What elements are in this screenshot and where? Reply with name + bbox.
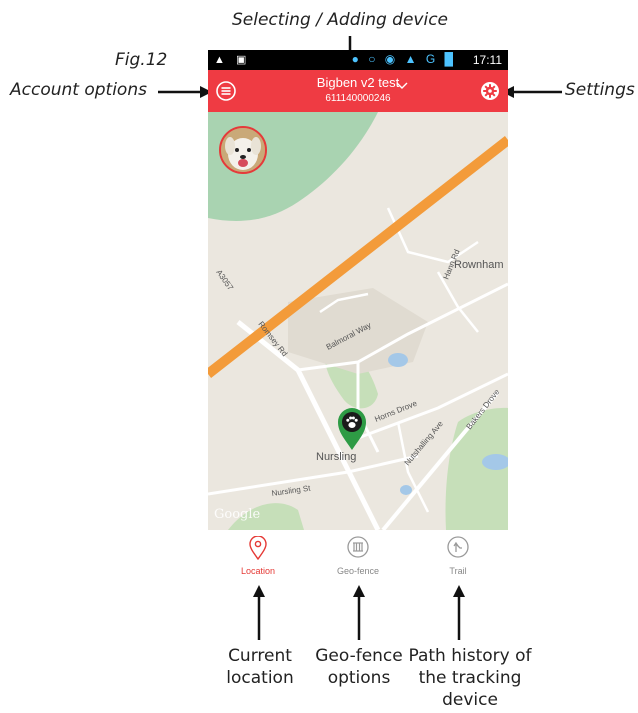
chevron-down-icon bbox=[396, 82, 408, 89]
device-name: Bigben v2 test bbox=[316, 75, 400, 90]
map-view[interactable]: Rownham A3057 Romsey Rd Balmoral Way Han… bbox=[208, 112, 508, 530]
pond-south bbox=[400, 485, 412, 495]
tab-trail-label: Trail bbox=[449, 566, 467, 576]
device-selector[interactable]: Bigben v2 test 611140000246 bbox=[208, 70, 508, 112]
tab-location-label: Location bbox=[240, 566, 276, 576]
gear-icon bbox=[481, 82, 499, 100]
map-label-rownham: Rownham bbox=[454, 259, 504, 271]
device-number: 611140000246 bbox=[325, 93, 391, 104]
map-canvas[interactable]: Rownham A3057 Romsey Rd Balmoral Way Han… bbox=[208, 112, 508, 530]
arrow-settings bbox=[502, 86, 562, 98]
caption-geo-fence-options: Geo-fence options bbox=[315, 646, 403, 688]
arrow-path-history bbox=[453, 585, 465, 640]
pet-avatar[interactable] bbox=[219, 126, 267, 174]
pond bbox=[388, 353, 408, 367]
arrow-account-options bbox=[158, 86, 212, 98]
tab-geo-fence[interactable]: Geo-fence bbox=[308, 530, 408, 582]
status-icons: ● ○ ◉ ▲ G █ bbox=[351, 52, 456, 66]
hamburger-menu-button[interactable] bbox=[216, 81, 236, 101]
location-pin-icon bbox=[249, 536, 267, 560]
status-time: 17:11 bbox=[472, 53, 502, 67]
tab-trail[interactable]: Trail bbox=[408, 530, 508, 582]
settings-button[interactable] bbox=[480, 81, 500, 101]
google-attribution: Google bbox=[214, 507, 261, 522]
tab-location[interactable]: Location bbox=[208, 530, 308, 582]
arrow-current-location bbox=[253, 585, 265, 640]
phone-screen: ▲ ▣ ● ○ ◉ ▲ G █ 17:11 Bigben v2 test 611… bbox=[208, 50, 508, 530]
bottom-tab-bar: Location Geo-fence Trail bbox=[208, 530, 508, 582]
tab-geo-fence-label: Geo-fence bbox=[336, 566, 380, 576]
arrow-geo-fence-options bbox=[353, 585, 365, 640]
hamburger-icon bbox=[216, 81, 236, 101]
status-bar: ▲ ▣ ● ○ ◉ ▲ G █ 17:11 bbox=[208, 50, 508, 70]
caption-path-history: Path history of the tracking device bbox=[408, 646, 532, 710]
trail-icon bbox=[447, 536, 469, 558]
annotation-settings: Settings bbox=[565, 80, 635, 100]
map-label-nursling: Nursling bbox=[316, 451, 356, 463]
dog-photo bbox=[221, 128, 265, 172]
notification-icons: ▲ ▣ bbox=[214, 54, 251, 66]
geofence-icon bbox=[347, 536, 369, 558]
caption-current-location: Current location bbox=[226, 646, 294, 688]
annotation-figure-number: Fig.12 bbox=[115, 50, 168, 70]
annotation-account-options: Account options bbox=[10, 80, 147, 100]
app-bar: Bigben v2 test 611140000246 bbox=[208, 70, 508, 112]
annotation-selecting-device: Selecting / Adding device bbox=[232, 10, 449, 30]
